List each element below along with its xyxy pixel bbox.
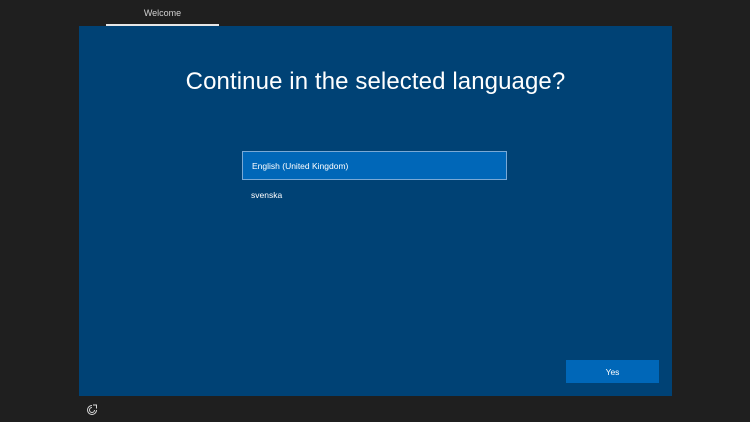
language-option-label: svenska xyxy=(251,189,283,200)
language-option-english-uk[interactable]: English (United Kingdom) xyxy=(242,151,507,180)
language-list: English (United Kingdom) svenska xyxy=(242,151,507,209)
step-tab-welcome: Welcome xyxy=(106,0,219,26)
ease-of-access-icon[interactable] xyxy=(86,404,98,416)
language-option-svenska[interactable]: svenska xyxy=(242,180,507,209)
yes-button[interactable]: Yes xyxy=(566,360,659,383)
page-title: Continue in the selected language? xyxy=(185,68,566,95)
top-bar: Welcome xyxy=(0,0,750,26)
bottom-bar xyxy=(0,396,750,422)
oobe-panel: Continue in the selected language? Engli… xyxy=(79,26,672,396)
language-option-label: English (United Kingdom) xyxy=(252,160,349,171)
step-tab-label: Welcome xyxy=(143,8,182,18)
